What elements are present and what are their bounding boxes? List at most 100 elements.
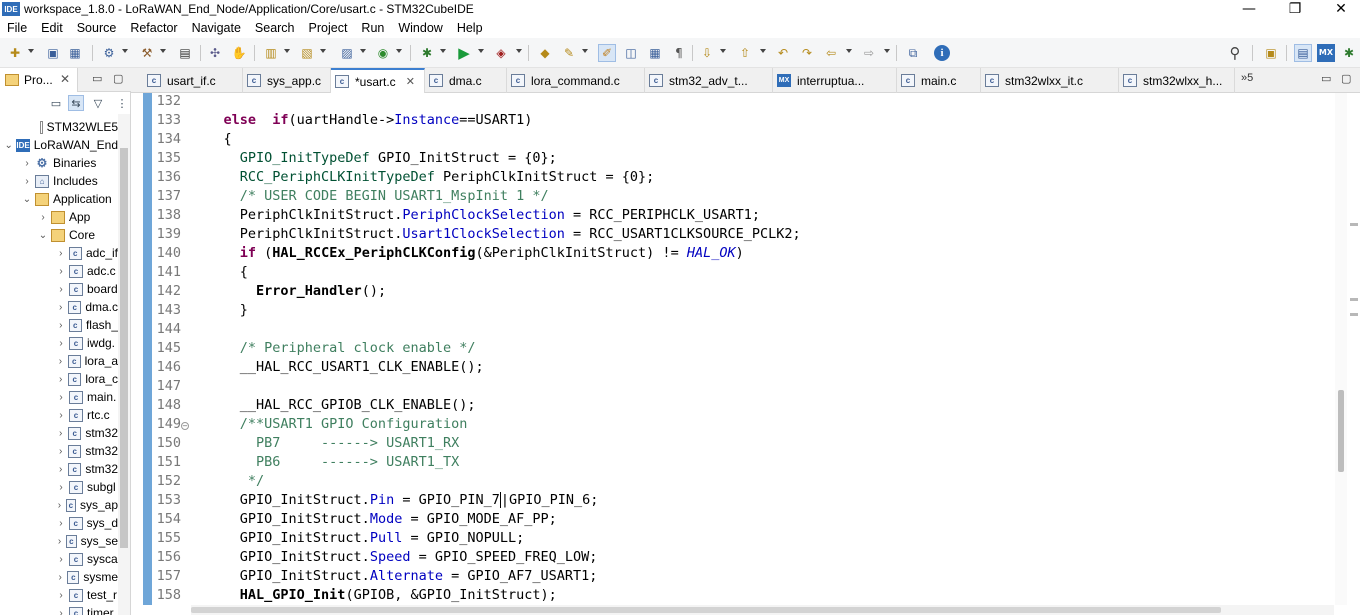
menu-search[interactable]: Search xyxy=(248,21,302,35)
tree-item[interactable]: › c stm32 xyxy=(0,460,118,478)
tree-item[interactable]: › c timer xyxy=(0,604,118,615)
prev-annotation-dropdown[interactable] xyxy=(760,49,766,53)
next-annotation-dropdown[interactable] xyxy=(720,49,726,53)
tree-item[interactable]: › c iwdg. xyxy=(0,334,118,352)
new-project-icon[interactable]: ▥ xyxy=(262,44,280,62)
chevron-right-icon[interactable]: › xyxy=(56,518,66,529)
overview-marker[interactable] xyxy=(1350,298,1358,301)
tree-item[interactable]: ⌄ Application xyxy=(0,190,118,208)
tree-item[interactable]: › c sysme xyxy=(0,568,118,586)
mx-perspective-icon[interactable]: MX xyxy=(1317,44,1335,62)
chevron-right-icon[interactable]: › xyxy=(56,338,66,349)
chevron-right-icon[interactable]: › xyxy=(56,356,65,367)
run-icon[interactable]: ▶ xyxy=(455,44,473,62)
tree-item[interactable]: › ⌂ Includes xyxy=(0,172,118,190)
next-annotation-icon[interactable]: ⇩ xyxy=(698,44,716,62)
chevron-right-icon[interactable]: › xyxy=(56,248,66,259)
tree-item[interactable]: › c lora_a xyxy=(0,352,118,370)
prev-annotation-icon[interactable]: ⇧ xyxy=(736,44,754,62)
new-dropdown[interactable] xyxy=(28,49,34,53)
search-icon[interactable]: ⚲ xyxy=(1226,44,1244,62)
chevron-right-icon[interactable]: › xyxy=(56,608,66,615)
tree-scrollbar-thumb[interactable] xyxy=(120,148,128,548)
tree-item[interactable]: › c sys_ap xyxy=(0,496,118,514)
refresh-dropdown[interactable] xyxy=(396,49,402,53)
pin-editor-icon[interactable]: ⧉ xyxy=(904,44,922,62)
tab-project-explorer[interactable]: Pro... ✕ xyxy=(0,68,78,92)
edit-location-icon[interactable]: ↷ xyxy=(798,44,816,62)
chevron-right-icon[interactable]: › xyxy=(56,500,63,511)
chevron-right-icon[interactable]: › xyxy=(56,302,65,313)
code-text-area[interactable]: else if(uartHandle->Instance==USART1) { … xyxy=(191,93,1334,605)
build-config-dropdown[interactable] xyxy=(122,49,128,53)
editor-vertical-scrollbar[interactable] xyxy=(1335,93,1347,605)
chevron-right-icon[interactable]: › xyxy=(56,536,63,547)
chevron-right-icon[interactable]: › xyxy=(56,284,66,295)
save-all-icon[interactable]: ▦ xyxy=(66,44,84,62)
external-tools-dropdown[interactable] xyxy=(516,49,522,53)
minimize-button[interactable]: — xyxy=(1226,0,1272,18)
chevron-right-icon[interactable]: › xyxy=(56,572,64,583)
chevron-right-icon[interactable]: › xyxy=(56,554,66,565)
editor-tab[interactable]: c stm32wlxx_h... xyxy=(1119,68,1235,93)
link-editor-icon[interactable]: ⇆ xyxy=(68,95,84,111)
new-source-icon[interactable]: ▨ xyxy=(338,44,356,62)
maximize-editor-button[interactable]: ▢ xyxy=(1341,72,1351,85)
tree-item[interactable]: › c adc_if xyxy=(0,244,118,262)
search-tool-icon[interactable]: ✎ xyxy=(560,44,578,62)
tree-item[interactable]: › c sysca xyxy=(0,550,118,568)
menu-run[interactable]: Run xyxy=(354,21,391,35)
tree-item[interactable]: › c adc.c xyxy=(0,262,118,280)
editor-vertical-scrollbar-thumb[interactable] xyxy=(1338,390,1344,472)
chevron-right-icon[interactable]: › xyxy=(38,212,48,223)
editor-tab[interactable]: c stm32wlxx_it.c xyxy=(981,68,1119,93)
pilcrow-icon[interactable]: ¶ xyxy=(670,44,688,62)
tree-scrollbar[interactable] xyxy=(118,114,130,615)
open-perspective-icon[interactable]: ▣ xyxy=(1262,44,1280,62)
minimize-editor-button[interactable]: ▭ xyxy=(1321,72,1331,85)
chevron-down-icon[interactable]: ⌄ xyxy=(38,230,48,241)
tree-item[interactable]: STM32WLE5 xyxy=(0,118,118,136)
filter-icon[interactable]: ▽ xyxy=(90,95,106,111)
forward-dropdown[interactable] xyxy=(884,49,890,53)
new-source-dropdown[interactable] xyxy=(360,49,366,53)
editor-tab[interactable]: c *usart.c ✕ xyxy=(331,68,425,93)
tree-item[interactable]: › c flash_ xyxy=(0,316,118,334)
external-tools-icon[interactable]: ◈ xyxy=(492,44,510,62)
editor-tab[interactable]: c dma.c xyxy=(425,68,507,93)
close-icon[interactable]: ✕ xyxy=(60,72,70,86)
menu-help[interactable]: Help xyxy=(450,21,490,35)
build-config-icon[interactable]: ⚙ xyxy=(100,44,118,62)
tree-item[interactable]: › c board xyxy=(0,280,118,298)
new-icon[interactable]: ✚ xyxy=(6,44,24,62)
search-tool-dropdown[interactable] xyxy=(582,49,588,53)
debug-perspective-icon[interactable]: ✱ xyxy=(1340,44,1358,62)
forward-icon[interactable]: ⇨ xyxy=(860,44,878,62)
maximize-view-button[interactable]: ▢ xyxy=(113,72,123,85)
menu-refactor[interactable]: Refactor xyxy=(123,21,184,35)
overview-marker[interactable] xyxy=(1350,223,1358,226)
tree-item[interactable]: › c dma.c xyxy=(0,298,118,316)
tree-item[interactable]: › c rtc.c xyxy=(0,406,118,424)
tab-overflow-button[interactable]: »5 xyxy=(1241,72,1253,84)
device-config-icon[interactable]: ✋ xyxy=(230,44,248,62)
chevron-down-icon[interactable]: ⌄ xyxy=(4,140,13,151)
refresh-icon[interactable]: ◉ xyxy=(374,44,392,62)
overview-ruler[interactable] xyxy=(1347,93,1360,615)
menu-project[interactable]: Project xyxy=(302,21,355,35)
tree-item[interactable]: ⌄ Core xyxy=(0,226,118,244)
chevron-right-icon[interactable]: › xyxy=(56,410,66,421)
open-folder-icon[interactable]: ▧ xyxy=(298,44,316,62)
chevron-right-icon[interactable]: › xyxy=(56,428,65,439)
editor-tab[interactable]: c usart_if.c xyxy=(143,68,243,93)
binary-icon[interactable]: ▤ xyxy=(176,44,194,62)
editor-tab[interactable]: c main.c xyxy=(897,68,981,93)
chevron-right-icon[interactable]: › xyxy=(56,446,65,457)
menu-file[interactable]: File xyxy=(0,21,34,35)
tree-item[interactable]: › c sys_d xyxy=(0,514,118,532)
tree-item[interactable]: ⌄ IDE LoRaWAN_End xyxy=(0,136,119,154)
tree-item[interactable]: › ⚙ Binaries xyxy=(0,154,118,172)
chevron-right-icon[interactable]: › xyxy=(22,176,32,187)
tree-item[interactable]: › c test_r xyxy=(0,586,118,604)
menu-window[interactable]: Window xyxy=(391,21,449,35)
